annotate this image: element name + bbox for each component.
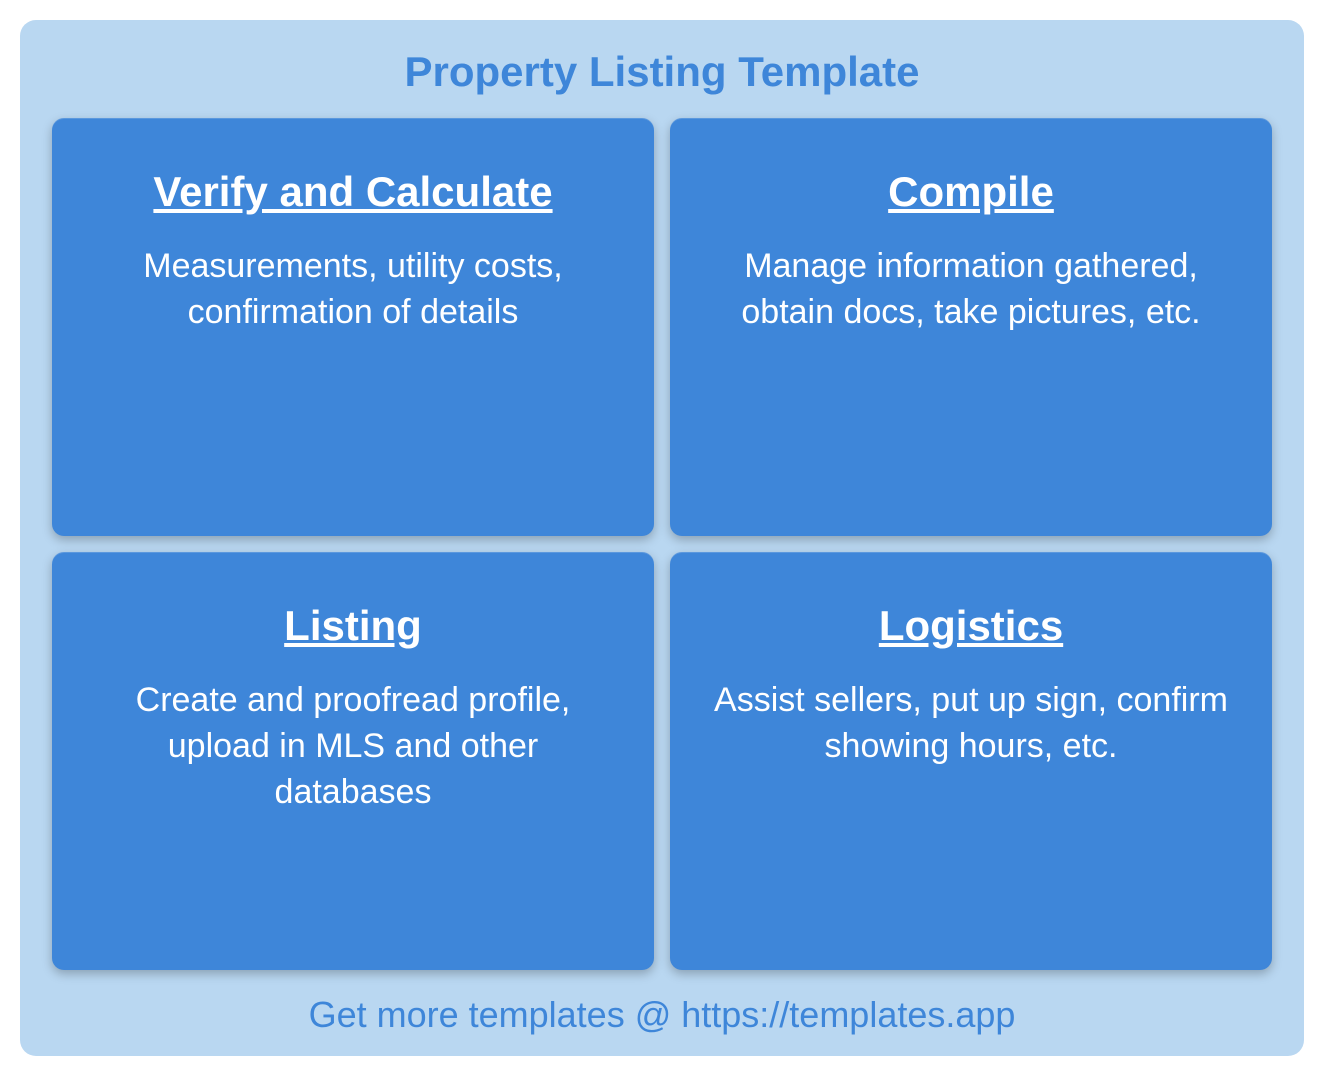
card-description: Manage information gathered, obtain docs… [710,244,1232,336]
card-grid: Verify and Calculate Measurements, utili… [52,118,1272,970]
card-description: Measurements, utility costs, confirmatio… [92,244,614,336]
card-description: Create and proofread profile, upload in … [92,678,614,816]
footer-text: Get more templates @ https://templates.a… [52,988,1272,1036]
card-title: Listing [284,602,422,650]
card-title: Logistics [879,602,1063,650]
page-title: Property Listing Template [52,48,1272,96]
card-compile: Compile Manage information gathered, obt… [670,118,1272,536]
card-title: Compile [888,168,1054,216]
card-verify-and-calculate: Verify and Calculate Measurements, utili… [52,118,654,536]
card-description: Assist sellers, put up sign, confirm sho… [710,678,1232,770]
card-logistics: Logistics Assist sellers, put up sign, c… [670,552,1272,970]
template-container: Property Listing Template Verify and Cal… [20,20,1304,1056]
card-title: Verify and Calculate [153,168,552,216]
card-listing: Listing Create and proofread profile, up… [52,552,654,970]
